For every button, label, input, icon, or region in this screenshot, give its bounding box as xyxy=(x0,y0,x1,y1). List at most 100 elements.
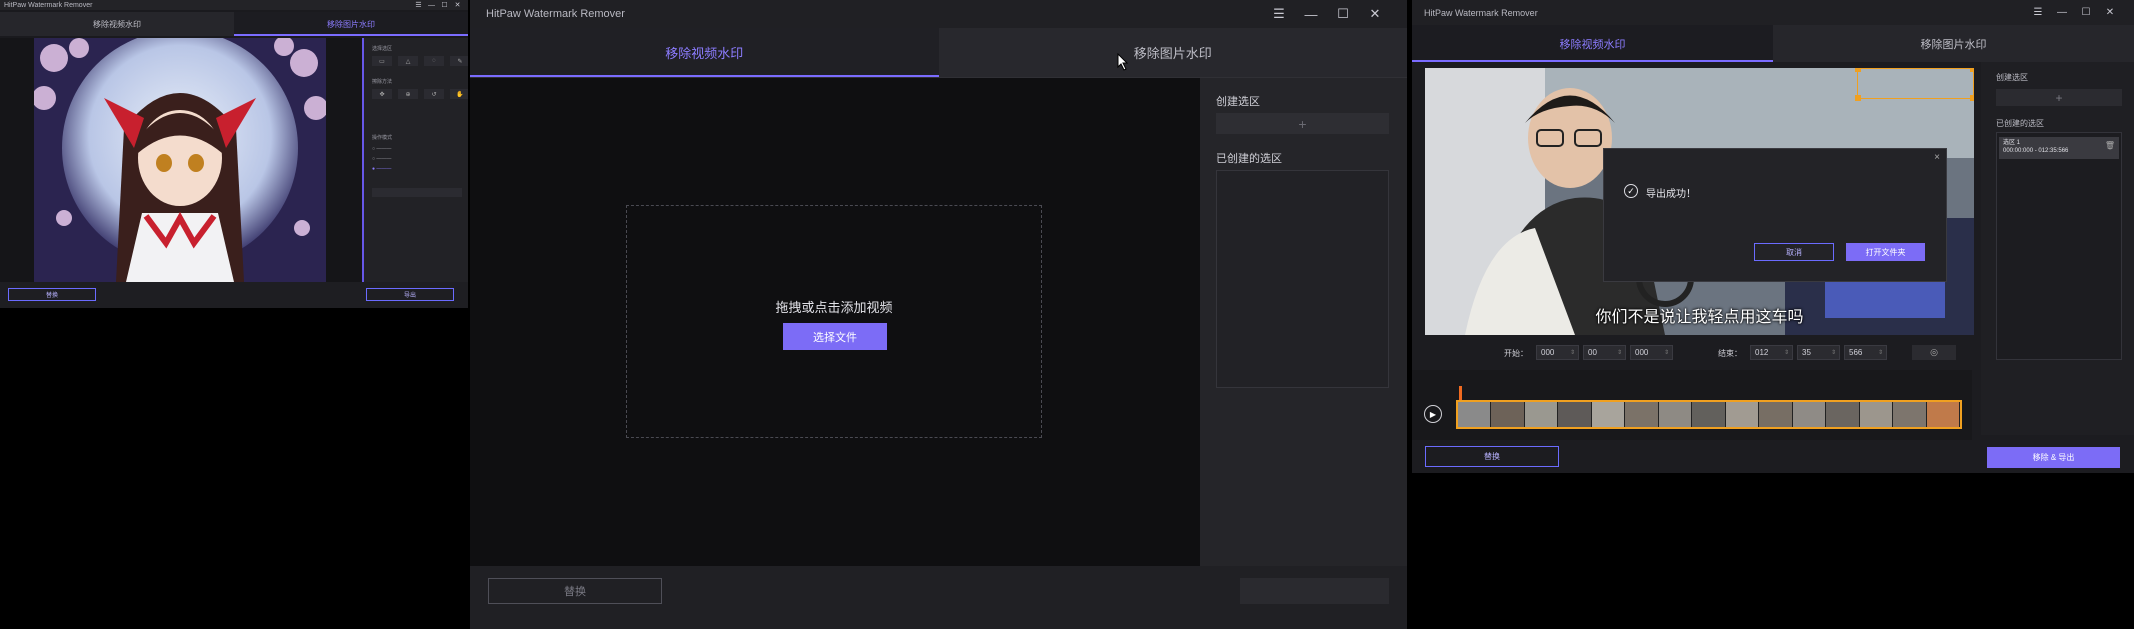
playhead-marker[interactable] xyxy=(1459,386,1462,400)
tab-image[interactable]: 移除图片水印 xyxy=(1773,25,2134,62)
export-success-dialog: × ✓ 导出成功！ 取消 打开文件夹 xyxy=(1603,148,1947,282)
panel-label: 选择选区 xyxy=(372,46,393,52)
title-bar: HitPaw Watermark Remover ☰ — ☐ ✕ xyxy=(0,0,468,10)
undo-icon[interactable]: ↺ xyxy=(424,89,444,99)
selection-panel: 创建选区 + 已创建的选区 选区 1 000:00:000 - 012:35:5… xyxy=(1981,62,2134,435)
play-icon[interactable]: ▶ xyxy=(1424,405,1442,423)
start-time-label: 开始： xyxy=(1504,349,1528,358)
close-icon[interactable]: ✕ xyxy=(2098,0,2122,25)
menu-icon[interactable]: ☰ xyxy=(1263,0,1295,28)
tab-image[interactable]: 移除图片水印 xyxy=(234,12,468,36)
preview-area: 拖拽或点击添加视频 选择文件 xyxy=(470,78,1200,566)
video-preview[interactable]: 你们不是说让我轻点用这车吗 × ✓ 导出成功！ 取消 打开文件夹 xyxy=(1425,68,1974,335)
add-selection-button[interactable]: + xyxy=(1216,113,1389,134)
tab-image[interactable]: 移除图片水印 xyxy=(938,28,1407,78)
radio-option[interactable]: ○ ——— xyxy=(372,146,391,152)
export-button-disabled xyxy=(1240,578,1389,604)
title-bar: HitPaw Watermark Remover ☰ — ☐ ✕ xyxy=(470,0,1407,28)
replace-button[interactable]: 替换 xyxy=(1425,446,1559,467)
selection-list: 选区 1 000:00:000 - 012:35:566 🗑 xyxy=(1996,132,2122,360)
dialog-close-icon[interactable]: × xyxy=(1934,152,1940,163)
window-controls: ☰ — ☐ ✕ xyxy=(2026,0,2122,25)
hand-icon[interactable]: ✋ xyxy=(450,89,468,99)
time-range-bar: 开始： 000 ⇕ 00 ⇕ 000 ⇕ 结束： 012 ⇕ 35 ⇕ 566 ⇕ ◎ xyxy=(1412,340,1972,366)
maximize-icon[interactable]: ☐ xyxy=(438,0,451,10)
window-title: HitPaw Watermark Remover xyxy=(4,1,93,9)
polygon-select-icon[interactable]: △ xyxy=(398,56,418,66)
radio-option-selected[interactable]: ● ——— xyxy=(372,166,391,172)
remove-export-button[interactable]: 移除 & 导出 xyxy=(1987,447,2120,468)
window-controls: ☰ — ☐ ✕ xyxy=(1263,0,1391,28)
close-icon[interactable]: ✕ xyxy=(1359,0,1391,28)
dialog-message: 导出成功！ xyxy=(1646,189,1696,200)
replace-button[interactable]: 替换 xyxy=(488,578,662,604)
cancel-button[interactable]: 取消 xyxy=(1754,243,1834,261)
minimize-icon[interactable]: — xyxy=(1295,0,1327,28)
window-controls: ☰ — ☐ ✕ xyxy=(412,0,464,10)
export-button[interactable]: 导出 xyxy=(366,288,454,301)
selection-item[interactable]: 选区 1 000:00:000 - 012:35:566 🗑 xyxy=(1999,137,2119,159)
timeline: ▶ xyxy=(1412,370,1972,440)
window-title: HitPaw Watermark Remover xyxy=(486,8,625,20)
selection-panel: 创建选区 + 已创建的选区 xyxy=(1200,78,1407,566)
panel-label: 操作模式 xyxy=(372,135,393,141)
mouse-cursor-icon xyxy=(1117,53,1129,71)
tab-video[interactable]: 移除视频水印 xyxy=(0,12,234,36)
trash-icon[interactable]: 🗑 xyxy=(2105,142,2115,150)
end-time-label: 结束： xyxy=(1718,349,1742,358)
move-icon[interactable]: ✥ xyxy=(372,89,392,99)
mode-tabs: 移除视频水印 移除图片水印 xyxy=(1412,25,2134,62)
check-circle-icon: ✓ xyxy=(1624,184,1638,198)
tab-video[interactable]: 移除视频水印 xyxy=(1412,25,1773,62)
start-minute-field[interactable]: 00 ⇕ xyxy=(1583,345,1626,360)
video-remover-window: HitPaw Watermark Remover ☰ — ☐ ✕ 移除视频水印 … xyxy=(470,0,1407,629)
mode-tabs: 移除视频水印 移除图片水印 xyxy=(0,12,468,36)
maximize-icon[interactable]: ☐ xyxy=(2074,0,2098,25)
timeline-strip[interactable] xyxy=(1456,400,1962,429)
panel-label: 擦除方法 xyxy=(372,79,393,85)
close-icon[interactable]: ✕ xyxy=(451,0,464,10)
title-bar: HitPaw Watermark Remover ☰ — ☐ ✕ xyxy=(1412,0,2134,25)
apply-button[interactable] xyxy=(372,188,462,197)
mode-tabs: 移除视频水印 移除图片水印 xyxy=(470,28,1407,78)
add-selection-button[interactable]: + xyxy=(1996,89,2122,106)
replace-button[interactable]: 替换 xyxy=(8,288,96,301)
drop-zone[interactable]: 拖拽或点击添加视频 选择文件 xyxy=(626,205,1042,438)
drop-prompt: 拖拽或点击添加视频 xyxy=(775,300,893,315)
bottom-bar: 替换 导出 xyxy=(0,282,468,308)
video-subtitle: 你们不是说让我轻点用这车吗 xyxy=(1595,309,1804,326)
minimize-icon[interactable]: — xyxy=(425,0,438,10)
lasso-icon[interactable]: ◌ xyxy=(424,56,444,66)
create-selection-label: 创建选区 xyxy=(1216,96,1260,108)
video-editor-window: HitPaw Watermark Remover ☰ — ☐ ✕ 移除视频水印 … xyxy=(1412,0,2134,473)
watermark-selection-box[interactable] xyxy=(1855,68,1974,101)
window-title: HitPaw Watermark Remover xyxy=(1424,7,1538,18)
brush-icon[interactable]: ✎ xyxy=(450,56,468,66)
menu-icon[interactable]: ☰ xyxy=(2026,0,2050,25)
create-selection-label: 创建选区 xyxy=(1996,73,2028,82)
end-minute-field[interactable]: 35 ⇕ xyxy=(1797,345,1840,360)
end-second-field[interactable]: 566 ⇕ xyxy=(1844,345,1887,360)
selection-list xyxy=(1216,170,1389,388)
zoom-icon[interactable]: ⊕ xyxy=(398,89,418,99)
rect-select-icon[interactable]: ▭ xyxy=(372,56,392,66)
image-canvas[interactable] xyxy=(0,38,362,282)
tab-video[interactable]: 移除视频水印 xyxy=(470,28,939,78)
image-editor-window: HitPaw Watermark Remover ☰ — ☐ ✕ 移除视频水印 … xyxy=(0,0,468,308)
tool-panel: 选择选区 ▭ △ ◌ ✎ 擦除方法 ✥ ⊕ ↺ ✋ 操作模式 ○ ——— ○ —… xyxy=(362,38,468,282)
anime-illustration xyxy=(34,38,326,282)
selection-item-name: 选区 1 xyxy=(2003,140,2021,146)
menu-icon[interactable]: ☰ xyxy=(412,0,425,10)
hide-eye-icon[interactable]: ◎ xyxy=(1912,345,1956,360)
selection-item-range: 000:00:000 - 012:35:566 xyxy=(2003,148,2069,154)
select-file-button[interactable]: 选择文件 xyxy=(783,323,887,350)
end-hour-field[interactable]: 012 ⇕ xyxy=(1750,345,1793,360)
bottom-bar: 替换 xyxy=(470,566,1407,629)
start-second-field[interactable]: 000 ⇕ xyxy=(1630,345,1673,360)
start-hour-field[interactable]: 000 ⇕ xyxy=(1536,345,1579,360)
open-folder-button[interactable]: 打开文件夹 xyxy=(1846,243,1925,261)
radio-option[interactable]: ○ ——— xyxy=(372,156,391,162)
maximize-icon[interactable]: ☐ xyxy=(1327,0,1359,28)
minimize-icon[interactable]: — xyxy=(2050,0,2074,25)
created-selection-label: 已创建的选区 xyxy=(1216,153,1282,165)
